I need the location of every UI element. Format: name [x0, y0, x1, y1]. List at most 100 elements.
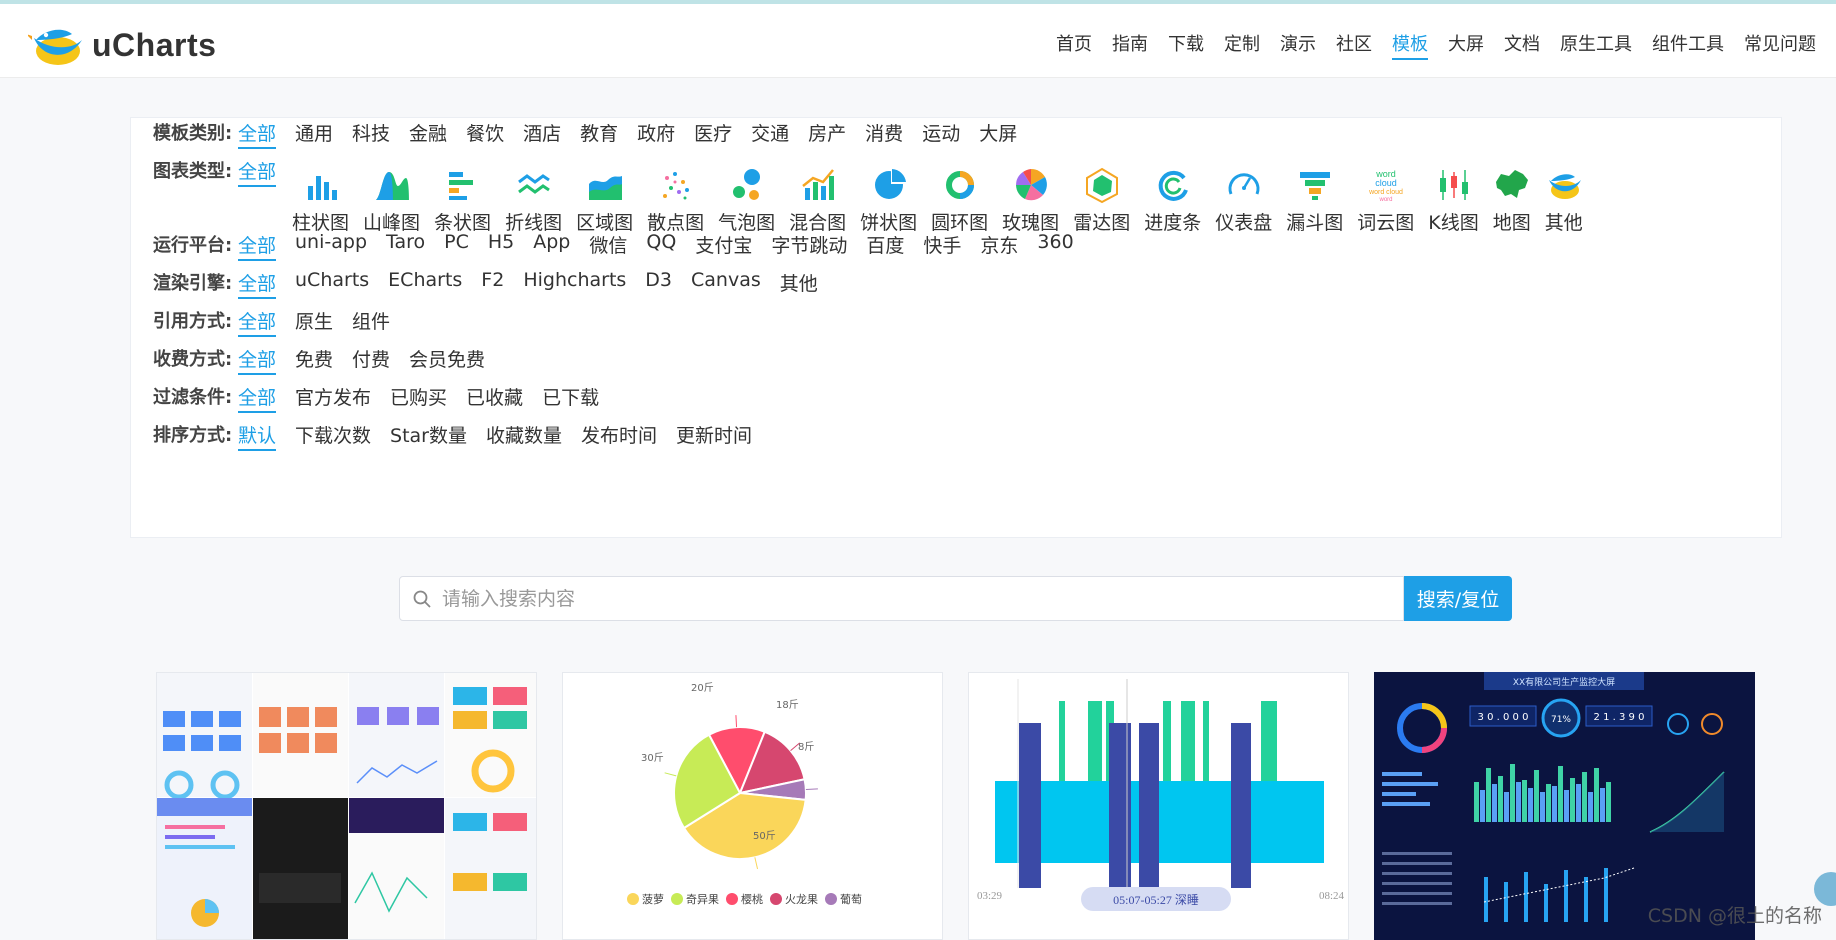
filter-option[interactable]: 政府: [637, 119, 675, 149]
filter-option[interactable]: 运动: [922, 119, 960, 149]
chart-type-option[interactable]: 混合图: [789, 157, 846, 235]
chart-type-option[interactable]: 柱状图: [292, 157, 349, 235]
filter-option[interactable]: 下载次数: [295, 421, 371, 451]
filter-option[interactable]: 全部: [238, 119, 277, 149]
nav-item[interactable]: 大屏: [1448, 30, 1484, 60]
filter-option[interactable]: Highcharts: [523, 269, 626, 299]
chart-type-option[interactable]: 山峰图: [363, 157, 420, 235]
nav-item[interactable]: 原生工具: [1560, 30, 1632, 60]
filter-option[interactable]: 医疗: [694, 119, 732, 149]
nav-item[interactable]: 文档: [1504, 30, 1540, 60]
chart-type-option[interactable]: 折线图: [505, 157, 562, 235]
filter-option[interactable]: 默认: [238, 421, 277, 451]
filter-option[interactable]: 消费: [865, 119, 903, 149]
filter-option[interactable]: F2: [481, 269, 504, 299]
filter-option[interactable]: 收藏数量: [486, 421, 562, 451]
filter-option[interactable]: 通用: [295, 119, 333, 149]
filter-option[interactable]: 会员免费: [409, 345, 485, 375]
chart-type-option[interactable]: 散点图: [647, 157, 704, 235]
nav-item[interactable]: 演示: [1280, 30, 1316, 60]
chart-type-option[interactable]: 区域图: [576, 157, 633, 235]
filter-option[interactable]: 餐饮: [466, 119, 504, 149]
filter-option[interactable]: 付费: [352, 345, 390, 375]
nav-item[interactable]: 模板: [1392, 30, 1428, 60]
chart-type-option[interactable]: word cloud word cloud word 词云图: [1357, 157, 1414, 235]
chart-type-option[interactable]: 仪表盘: [1215, 157, 1272, 235]
nav-item[interactable]: 下载: [1168, 30, 1204, 60]
template-card-4[interactable]: XX有限公司生产监控大屏 3 0 . 0 0 0 71% 2 1 . 3 9 0: [1374, 672, 1755, 940]
filter-option[interactable]: 微信: [589, 231, 627, 261]
search-reset-button[interactable]: 搜索/复位: [1404, 576, 1512, 621]
filter-option[interactable]: 发布时间: [581, 421, 657, 451]
filter-option[interactable]: Star数量: [390, 421, 467, 451]
filter-option[interactable]: App: [533, 231, 570, 261]
chart-type-option[interactable]: 饼状图: [860, 157, 917, 235]
search-input[interactable]: [442, 587, 1342, 610]
filter-option[interactable]: 全部: [238, 345, 277, 375]
filter-option[interactable]: D3: [645, 269, 672, 299]
horizontal-bar-icon: [448, 172, 473, 200]
filter-option[interactable]: Taro: [386, 231, 425, 261]
filter-option[interactable]: QQ: [646, 231, 676, 261]
filter-option[interactable]: 京东: [980, 231, 1018, 261]
filter-option[interactable]: 更新时间: [676, 421, 752, 451]
chart-type-option[interactable]: 进度条: [1144, 157, 1201, 235]
filter-option[interactable]: 已收藏: [466, 383, 523, 413]
chart-type-option[interactable]: 其他: [1545, 157, 1583, 235]
filter-option[interactable]: 其他: [780, 269, 818, 299]
chart-type-all[interactable]: 全部: [238, 157, 277, 187]
filter-option[interactable]: 全部: [238, 307, 277, 337]
filter-option[interactable]: 360: [1037, 231, 1073, 261]
chart-type-option[interactable]: 雷达图: [1073, 157, 1130, 235]
chart-type-option[interactable]: 玫瑰图: [1002, 157, 1059, 235]
filter-option[interactable]: 全部: [238, 383, 277, 413]
filter-option[interactable]: 官方发布: [295, 383, 371, 413]
chart-type-option[interactable]: K线图: [1428, 157, 1479, 235]
nav-item[interactable]: 指南: [1112, 30, 1148, 60]
chart-type-option[interactable]: 地图: [1493, 157, 1531, 235]
filter-option[interactable]: uCharts: [295, 269, 369, 299]
filter-option[interactable]: 百度: [866, 231, 904, 261]
filter-option[interactable]: uni-app: [295, 231, 367, 261]
filter-row-template-category: 模板类别: 全部 通用 科技 金融 餐饮 酒店 教育 政府 医疗 交通 房产 消费 运动 大屏: [153, 119, 1036, 149]
nav-item[interactable]: 社区: [1336, 30, 1372, 60]
filter-option[interactable]: 全部: [238, 269, 277, 299]
nav-item[interactable]: 组件工具: [1652, 30, 1724, 60]
filter-row-engine: 渲染引擎: 全部 uCharts ECharts F2 Highcharts D3 Canv…: [153, 269, 837, 299]
filter-option[interactable]: 已下载: [542, 383, 599, 413]
filter-option[interactable]: 原生: [295, 307, 333, 337]
filter-option[interactable]: 交通: [751, 119, 789, 149]
filter-row-chart-type: 图表类型: 全部 柱状图 山峰图 条状图 折线图 区域图 散点图 气泡图 混合图 饼状图 圆环图玫…: [153, 157, 1597, 235]
chart-type-option[interactable]: 漏斗图: [1286, 157, 1343, 235]
template-card-3[interactable]: 03:29 08:24 05:07-05:27 深睡: [968, 672, 1349, 940]
filter-option[interactable]: PC: [444, 231, 469, 261]
chart-type-option[interactable]: 条状图: [434, 157, 491, 235]
chart-type-option[interactable]: 气泡图: [718, 157, 775, 235]
filter-option[interactable]: ECharts: [388, 269, 462, 299]
filter-option[interactable]: 科技: [352, 119, 390, 149]
filter-option[interactable]: 金融: [409, 119, 447, 149]
filter-option[interactable]: 已购买: [390, 383, 447, 413]
filter-option[interactable]: 字节跳动: [771, 231, 847, 261]
bubble-chart-icon: [732, 169, 760, 200]
legend-label: 葡萄: [840, 893, 862, 906]
filter-option[interactable]: 免费: [295, 345, 333, 375]
filter-option[interactable]: 大屏: [979, 119, 1017, 149]
filter-option[interactable]: Canvas: [691, 269, 761, 299]
template-card-1[interactable]: [156, 672, 537, 940]
filter-option[interactable]: H5: [488, 231, 514, 261]
logo[interactable]: uCharts: [28, 22, 216, 68]
template-card-2[interactable]: 20斤 18斤 8斤 50斤 30斤 菠萝 奇异果 樱桃 火龙果 葡萄: [562, 672, 943, 940]
filter-option[interactable]: 教育: [580, 119, 618, 149]
nav-item[interactable]: 定制: [1224, 30, 1260, 60]
filter-option[interactable]: 支付宝: [695, 231, 752, 261]
nav-item[interactable]: 首页: [1056, 30, 1092, 60]
chart-type-option[interactable]: 圆环图: [931, 157, 988, 235]
filter-option[interactable]: 快手: [923, 231, 961, 261]
filter-option[interactable]: 全部: [238, 231, 277, 261]
filter-option[interactable]: 房产: [808, 119, 846, 149]
filter-option[interactable]: 酒店: [523, 119, 561, 149]
filter-option[interactable]: 组件: [352, 307, 390, 337]
nav-item[interactable]: 常见问题: [1744, 30, 1816, 60]
pie-leader-line: [754, 857, 759, 870]
